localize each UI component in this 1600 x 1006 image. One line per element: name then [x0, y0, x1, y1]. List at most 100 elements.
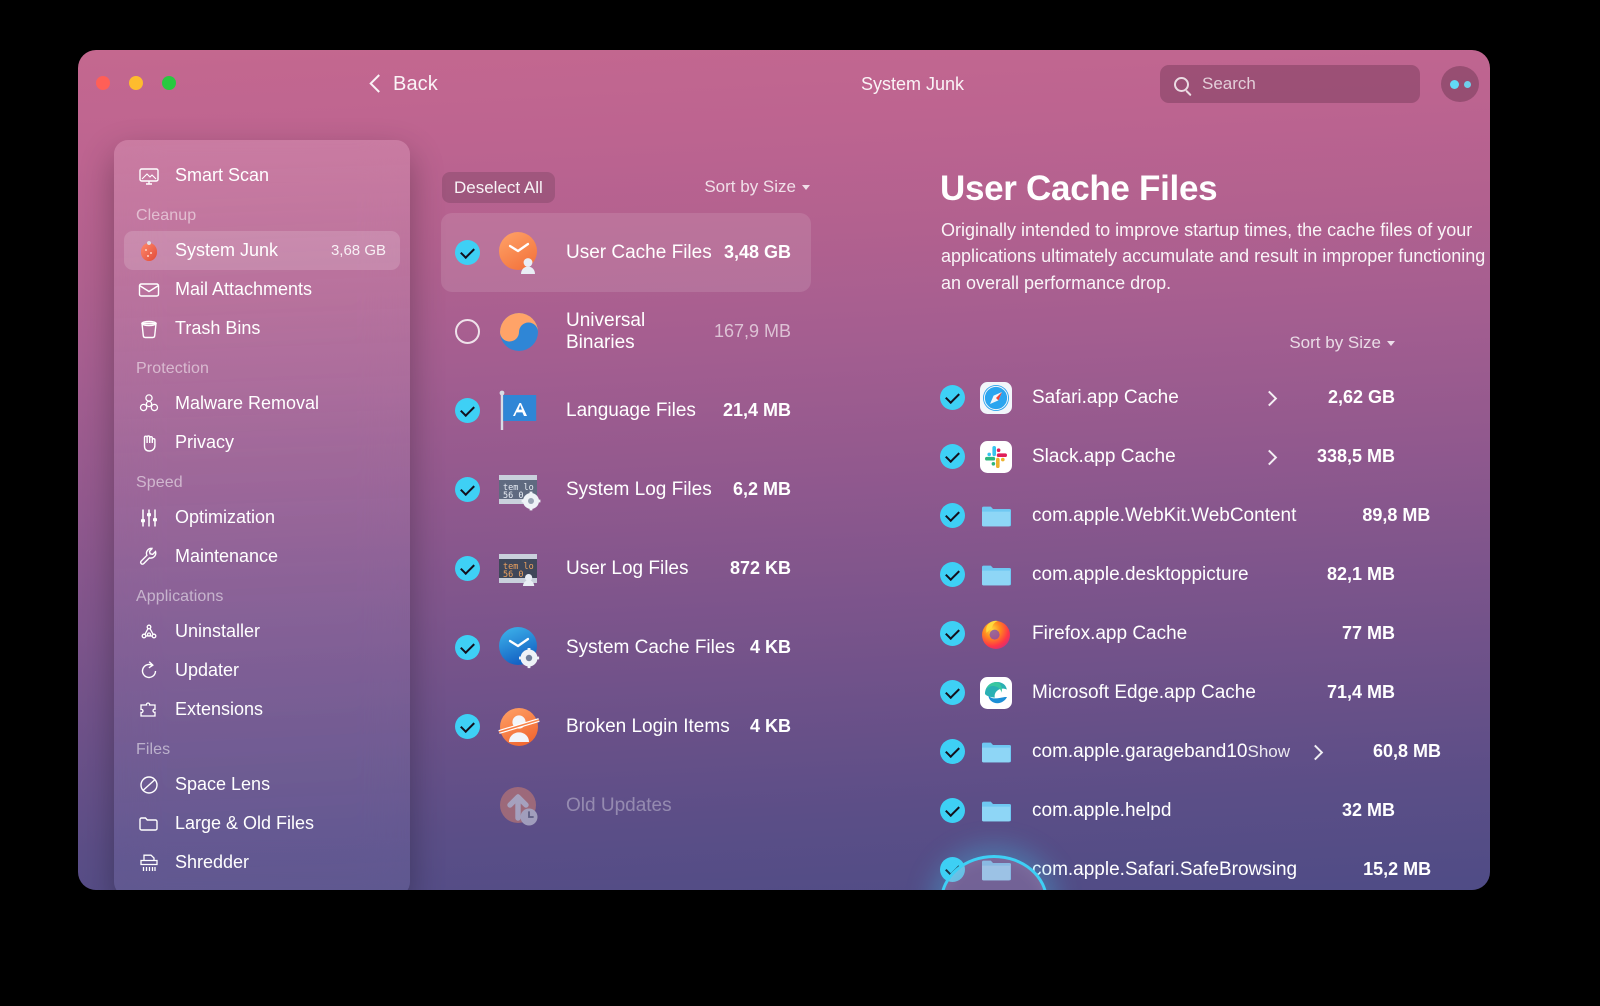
- back-button[interactable]: Back: [361, 69, 446, 100]
- category-size: 872 KB: [729, 558, 791, 578]
- sidebar-item-label: Space Lens: [175, 774, 271, 794]
- firefox-icon: [979, 617, 1013, 651]
- file-size: 338,5 MB: [1316, 446, 1395, 466]
- close-button[interactable]: [96, 76, 110, 90]
- deselect-all-label: Deselect All: [454, 177, 543, 197]
- deselect-all-button[interactable]: Deselect All: [442, 172, 555, 203]
- language-files-icon: [492, 384, 546, 438]
- sidebar-item-system-junk[interactable]: System Junk 3,68 GB: [124, 231, 400, 270]
- sidebar-item-malware-removal[interactable]: Malware Removal: [124, 384, 400, 423]
- file-row[interactable]: Microsoft Edge.app Cache 71,4 MB: [868, 663, 1490, 722]
- file-checkbox[interactable]: [940, 562, 965, 587]
- sidebar-item-mail-attachments[interactable]: Mail Attachments: [124, 270, 400, 309]
- row-checkbox[interactable]: [455, 556, 480, 581]
- file-row[interactable]: com.apple.WebKit.WebContent 89,8 MB: [868, 486, 1490, 545]
- system-cache-icon: [492, 621, 546, 675]
- sidebar-item-large-and-old-files[interactable]: Large & Old Files: [124, 804, 400, 843]
- folder-icon: [979, 499, 1013, 533]
- sidebar-item-label: Malware Removal: [175, 393, 320, 413]
- category-size: 21,4 MB: [722, 400, 791, 420]
- search-input[interactable]: Search: [1160, 65, 1420, 103]
- sidebar-item-uninstaller[interactable]: Uninstaller: [124, 612, 400, 651]
- category-name: Old Updates: [566, 794, 672, 816]
- account-menu-button[interactable]: [1441, 66, 1479, 102]
- row-checkbox[interactable]: [455, 714, 480, 739]
- file-name: Slack.app Cache: [1032, 445, 1176, 467]
- row-checkbox-hidden: [455, 793, 480, 818]
- sidebar-item-space-lens[interactable]: Space Lens: [124, 765, 400, 804]
- file-row[interactable]: com.apple.desktoppicture 82,1 MB: [868, 545, 1490, 604]
- file-name: Safari.app Cache: [1032, 386, 1179, 408]
- file-row[interactable]: Safari.app Cache 2,62 GB: [868, 368, 1490, 427]
- file-checkbox[interactable]: [940, 798, 965, 823]
- file-row[interactable]: com.apple.helpd 32 MB: [868, 781, 1490, 840]
- file-size: 32 MB: [1341, 800, 1395, 820]
- clean-label: Clean: [967, 889, 1022, 890]
- chevron-right-icon-hidden: [1261, 567, 1277, 583]
- category-size: 4 KB: [749, 716, 791, 736]
- category-row-language-files[interactable]: Language Files 21,4 MB: [441, 371, 811, 450]
- sidebar-item-label: Large & Old Files: [175, 813, 315, 833]
- file-checkbox[interactable]: [940, 739, 965, 764]
- chevron-right-icon[interactable]: [1261, 449, 1277, 465]
- file-checkbox[interactable]: [940, 680, 965, 705]
- row-checkbox[interactable]: [455, 477, 480, 502]
- detail-description: Originally intended to improve startup t…: [941, 220, 1490, 293]
- file-size: 60,8 MB: [1373, 741, 1442, 761]
- sidebar-item-maintenance[interactable]: Maintenance: [124, 537, 400, 576]
- row-checkbox[interactable]: [455, 635, 480, 660]
- sidebar-item-label: Maintenance: [175, 546, 279, 566]
- file-size: 2,62 GB: [1327, 387, 1395, 407]
- file-checkbox[interactable]: [940, 503, 965, 528]
- file-size: 89,8 MB: [1362, 505, 1431, 525]
- chevron-right-icon-hidden: [1261, 685, 1277, 701]
- sidebar-group-label: Protection: [136, 360, 210, 377]
- file-row[interactable]: Slack.app Cache 338,5 MB: [868, 427, 1490, 486]
- file-checkbox[interactable]: [940, 621, 965, 646]
- chevron-right-icon-hidden: [1296, 508, 1312, 524]
- sidebar-item-privacy[interactable]: Privacy: [124, 423, 400, 462]
- file-size: 15,2 MB: [1363, 859, 1432, 879]
- row-checkbox[interactable]: [455, 240, 480, 265]
- file-checkbox[interactable]: [940, 385, 965, 410]
- shredder-icon: [136, 850, 162, 876]
- category-row-old-updates[interactable]: Old Updates: [441, 766, 811, 845]
- file-name: Microsoft Edge.app Cache: [1032, 681, 1256, 703]
- category-row-user-log-files[interactable]: tem lo 56 0 User Log Files 872 KB: [441, 529, 811, 608]
- space-lens-icon: [136, 772, 162, 798]
- row-checkbox[interactable]: [455, 398, 480, 423]
- category-row-user-cache-files[interactable]: User Cache Files 3,48 GB: [441, 213, 811, 292]
- middle-sort-dropdown[interactable]: Sort by Size: [704, 177, 810, 197]
- minimize-button[interactable]: [129, 76, 143, 90]
- zoom-button[interactable]: [162, 76, 176, 90]
- file-checkbox[interactable]: [940, 444, 965, 469]
- sidebar-item-smart-scan[interactable]: Smart Scan: [124, 156, 400, 195]
- file-row[interactable]: com.apple.garageband10 Show 60,8 MB: [868, 722, 1490, 781]
- sliders-icon: [136, 505, 162, 531]
- category-name: System Cache Files: [566, 636, 735, 658]
- sidebar-group-label: Applications: [136, 588, 224, 605]
- category-row-system-cache-files[interactable]: System Cache Files 4 KB: [441, 608, 811, 687]
- traffic-lights: [96, 76, 176, 90]
- category-name: Universal Binaries: [566, 309, 646, 353]
- file-row[interactable]: Firefox.app Cache 77 MB: [868, 604, 1490, 663]
- show-link[interactable]: Show: [1248, 742, 1291, 762]
- detail-sort-dropdown[interactable]: Sort by Size: [1289, 333, 1395, 353]
- category-name: User Log Files: [566, 557, 689, 579]
- chevron-right-icon[interactable]: [1261, 390, 1277, 406]
- category-row-broken-login-items[interactable]: Broken Login Items 4 KB: [441, 687, 811, 766]
- dot-icon: [1463, 80, 1471, 88]
- old-updates-icon: [492, 779, 546, 833]
- sidebar-item-shredder[interactable]: Shredder: [124, 843, 400, 882]
- sidebar-item-updater[interactable]: Updater: [124, 651, 400, 690]
- sidebar-item-label: Optimization: [175, 507, 276, 527]
- row-checkbox[interactable]: [455, 319, 480, 344]
- chevron-right-icon[interactable]: [1307, 744, 1323, 760]
- sidebar-item-extensions[interactable]: Extensions: [124, 690, 400, 729]
- category-row-system-log-files[interactable]: tem lo 56 0 System Log Files 6,2 MB: [441, 450, 811, 529]
- category-name: System Log Files: [566, 478, 712, 500]
- sidebar: Smart Scan Cleanup System Junk 3,68 GB M…: [114, 140, 410, 890]
- category-row-universal-binaries[interactable]: Universal Binaries 167,9 MB: [441, 292, 811, 371]
- sidebar-item-optimization[interactable]: Optimization: [124, 498, 400, 537]
- sidebar-item-trash-bins[interactable]: Trash Bins: [124, 309, 400, 348]
